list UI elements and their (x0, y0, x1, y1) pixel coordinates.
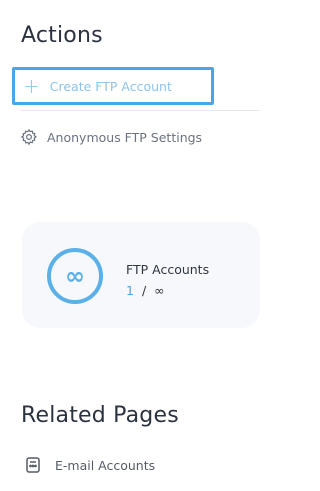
related-item-email-accounts[interactable]: E-mail Accounts (26, 457, 155, 473)
ftp-accounts-stat-card: ∞ FTP Accounts 1 / ∞ (22, 222, 260, 328)
divider (20, 110, 260, 111)
anonymous-ftp-settings-label: Anonymous FTP Settings (47, 129, 203, 145)
create-ftp-account-label: Create FTP Account (49, 78, 172, 94)
actions-heading: Actions (21, 23, 103, 48)
infinity-icon: ∞ (47, 248, 103, 304)
related-item-label: E-mail Accounts (55, 457, 156, 473)
ftp-accounts-limit: ∞ (154, 283, 165, 298)
create-ftp-account-link[interactable]: + Create FTP Account (12, 67, 214, 105)
usage-separator: / (141, 283, 147, 298)
anonymous-ftp-settings-link[interactable]: Anonymous FTP Settings (20, 128, 260, 146)
sidebar-panel: Actions + Create FTP Account Anonymous F… (0, 0, 282, 491)
ftp-accounts-label: FTP Accounts (126, 262, 210, 277)
email-accounts-icon (26, 457, 40, 473)
gear-icon (20, 128, 38, 146)
plus-icon: + (23, 74, 40, 98)
ftp-accounts-usage: 1 / ∞ (126, 283, 165, 298)
related-pages-heading: Related Pages (21, 403, 179, 428)
ftp-accounts-used: 1 (126, 283, 134, 298)
